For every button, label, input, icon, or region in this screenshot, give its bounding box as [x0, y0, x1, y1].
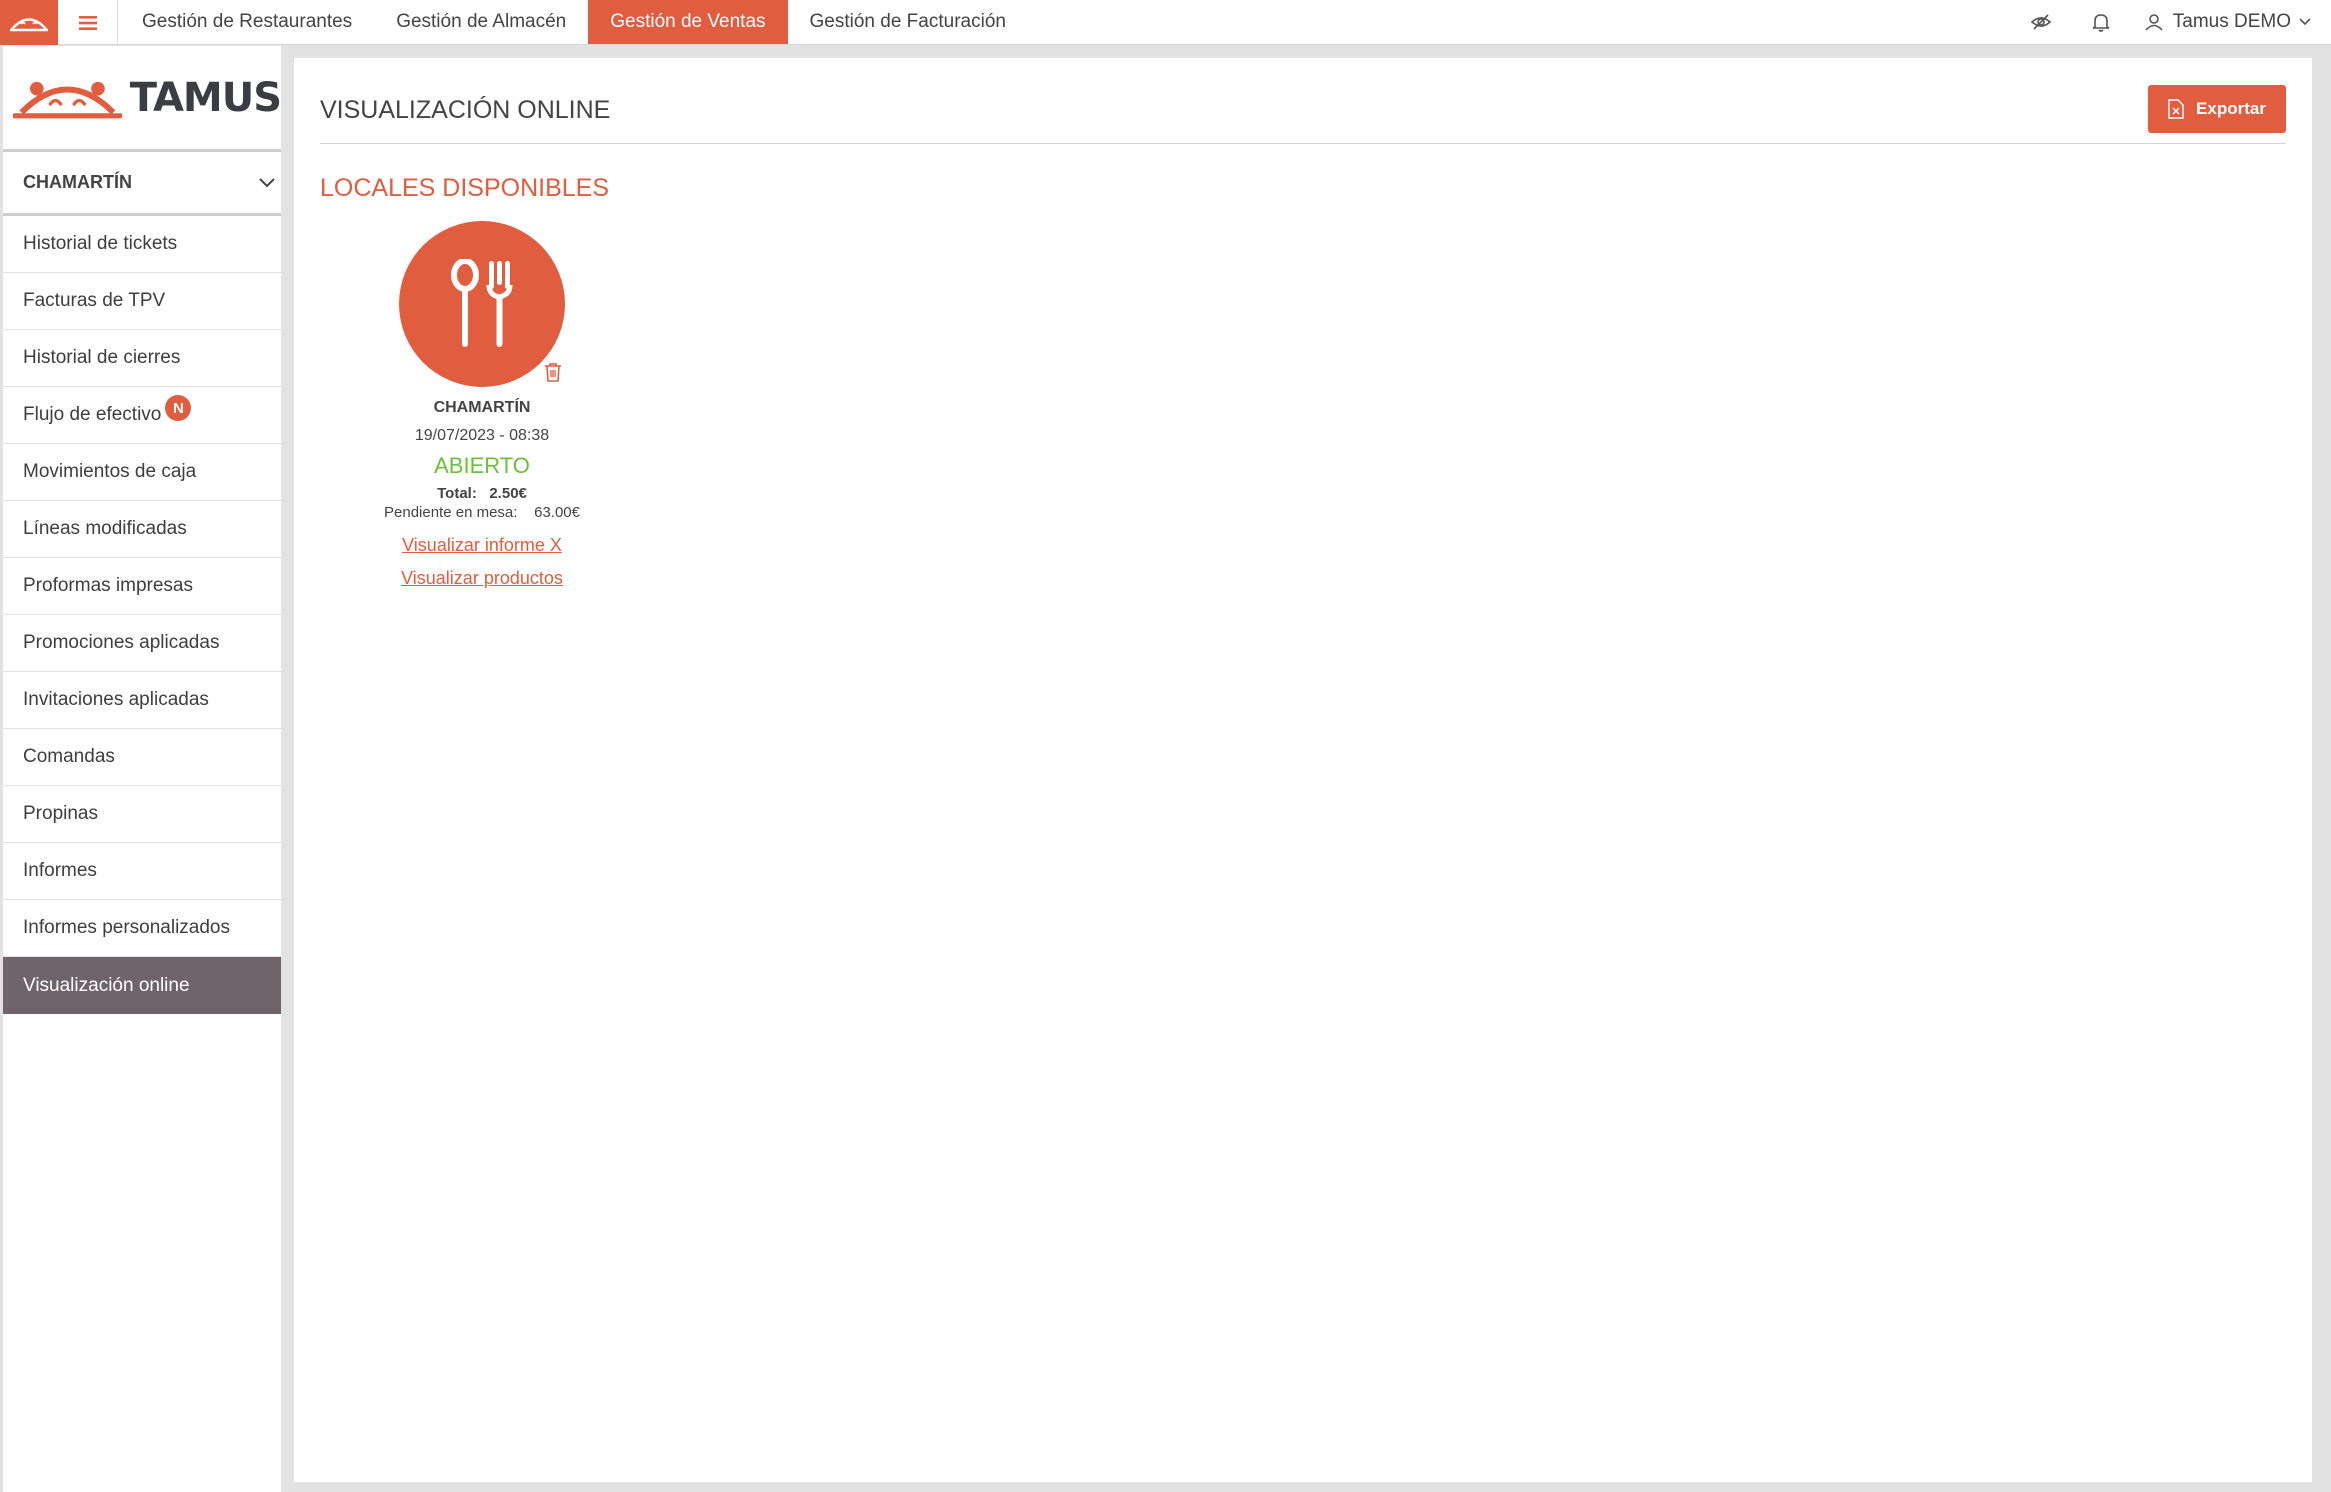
section-title: LOCALES DISPONIBLES	[320, 174, 610, 202]
sidebar-item-informes-personalizados[interactable]: Informes personalizados	[3, 900, 281, 957]
sidebar-item-label: Proformas impresas	[23, 575, 193, 596]
sidebar-item-label: Historial de tickets	[23, 233, 178, 254]
page-title: VISUALIZACIÓN ONLINE	[320, 96, 611, 124]
sidebar-item-historial-tickets[interactable]: Historial de tickets	[3, 216, 281, 273]
main-nav: Gestión de Restaurantes Gestión de Almac…	[120, 0, 1028, 44]
location-selector[interactable]: CHAMARTÍN	[3, 152, 281, 216]
store-name: CHAMARTÍN	[433, 399, 531, 416]
store-total: Total: 2.50€	[372, 485, 592, 502]
total-label: Total:	[437, 485, 477, 502]
sidebar-menu: Historial de tickets Facturas de TPV His…	[3, 216, 281, 1014]
sidebar-item-label: Visualización online	[23, 974, 190, 996]
sidebar-item-invitaciones-aplicadas[interactable]: Invitaciones aplicadas	[3, 672, 281, 729]
sidebar-item-label: Propinas	[23, 803, 98, 824]
user-icon	[2145, 14, 2163, 31]
sidebar: TAMUS CHAMARTÍN Historial de tickets Fac…	[3, 46, 282, 1492]
cutlery-icon	[451, 259, 513, 347]
store-circle[interactable]	[399, 221, 565, 387]
store-card: CHAMARTÍN 19/07/2023 - 08:38 ABIERTO Tot…	[372, 221, 592, 589]
sidebar-item-facturas-tpv[interactable]: Facturas de TPV	[3, 273, 281, 330]
pending-label: Pendiente en mesa:	[384, 504, 518, 521]
brand-logo: TAMUS	[3, 46, 282, 152]
sidebar-item-proformas-impresas[interactable]: Proformas impresas	[3, 558, 281, 615]
top-right-controls: Tamus DEMO	[2011, 0, 2331, 44]
hamburger-menu-icon[interactable]	[58, 0, 118, 45]
export-button[interactable]: Exportar	[2148, 85, 2286, 133]
tamus-logo-icon	[13, 81, 122, 118]
excel-file-icon	[2168, 99, 2184, 119]
sidebar-item-promociones-aplicadas[interactable]: Promociones aplicadas	[3, 615, 281, 672]
trash-icon[interactable]	[544, 362, 562, 387]
main-panel: VISUALIZACIÓN ONLINE Exportar LOCALES DI…	[294, 58, 2312, 1482]
location-name: CHAMARTÍN	[23, 172, 132, 192]
user-name: Tamus DEMO	[2172, 11, 2291, 32]
sidebar-item-label: Movimientos de caja	[23, 461, 197, 482]
sidebar-item-label: Flujo de efectivo	[23, 404, 162, 425]
sidebar-item-label: Líneas modificadas	[23, 518, 187, 539]
sidebar-item-comandas[interactable]: Comandas	[3, 729, 281, 786]
chevron-down-icon	[2299, 18, 2311, 26]
view-products-link[interactable]: Visualizar productos	[372, 568, 592, 589]
sidebar-item-label: Facturas de TPV	[23, 290, 166, 311]
total-value: 2.50€	[489, 485, 527, 502]
app-logo-icon[interactable]	[0, 0, 58, 45]
sidebar-item-label: Promociones aplicadas	[23, 632, 220, 653]
sidebar-item-movimientos-caja[interactable]: Movimientos de caja	[3, 444, 281, 501]
sidebar-item-label: Invitaciones aplicadas	[23, 689, 209, 710]
sidebar-item-propinas[interactable]: Propinas	[3, 786, 281, 843]
chevron-down-icon	[259, 177, 275, 187]
sidebar-item-label: Informes	[23, 860, 97, 881]
sidebar-item-visualizacion-online[interactable]: Visualización online	[3, 957, 281, 1014]
store-datetime: 19/07/2023 - 08:38	[414, 427, 550, 444]
sidebar-item-label: Informes personalizados	[23, 917, 230, 938]
eye-slash-icon[interactable]	[2029, 10, 2053, 34]
export-button-label: Exportar	[2196, 99, 2266, 118]
sidebar-item-label: Comandas	[23, 746, 115, 767]
brand-name: TAMUS	[129, 74, 282, 121]
page-header: VISUALIZACIÓN ONLINE Exportar	[320, 58, 2286, 144]
sidebar-item-label: Historial de cierres	[23, 347, 181, 368]
sidebar-item-lineas-modificadas[interactable]: Líneas modificadas	[3, 501, 281, 558]
nav-gestion-ventas[interactable]: Gestión de Ventas	[588, 0, 788, 44]
new-badge: N	[165, 395, 192, 421]
user-menu[interactable]: Tamus DEMO	[2145, 11, 2311, 33]
nav-gestion-restaurantes[interactable]: Gestión de Restaurantes	[120, 0, 374, 44]
sidebar-item-informes[interactable]: Informes	[3, 843, 281, 900]
nav-gestion-almacen[interactable]: Gestión de Almacén	[374, 0, 588, 44]
status-badge: ABIERTO	[434, 453, 530, 478]
bell-icon[interactable]	[2089, 10, 2113, 34]
nav-gestion-facturacion[interactable]: Gestión de Facturación	[788, 0, 1028, 44]
store-pending: Pendiente en mesa: 63.00€	[372, 504, 592, 521]
view-report-x-link[interactable]: Visualizar informe X	[372, 535, 592, 556]
sidebar-item-historial-cierres[interactable]: Historial de cierres	[3, 330, 281, 387]
pending-value: 63.00€	[534, 504, 580, 521]
top-bar: Gestión de Restaurantes Gestión de Almac…	[0, 0, 2331, 45]
sidebar-item-flujo-efectivo[interactable]: Flujo de efectivo N	[3, 387, 281, 444]
